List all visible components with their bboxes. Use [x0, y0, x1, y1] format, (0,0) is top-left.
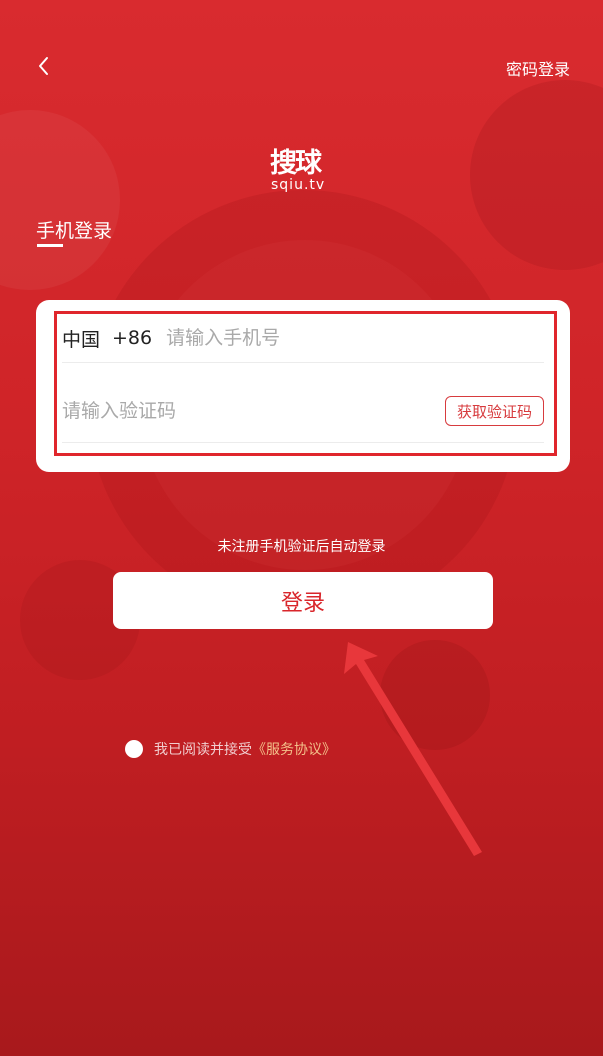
agreement-row: 我已阅读并接受 《服务协议》 [125, 738, 336, 760]
top-bar: 密码登录 [0, 0, 603, 120]
agreement-radio[interactable] [125, 740, 143, 758]
phone-row: 中国 +86 [62, 314, 544, 363]
pointer-arrow-annotation [344, 642, 482, 856]
app-logo: 搜球 sqiu.tv [266, 148, 338, 196]
verification-code-input[interactable] [62, 400, 362, 422]
login-button[interactable]: 登录 [113, 572, 493, 629]
chevron-left-icon [39, 57, 48, 75]
phone-input[interactable] [166, 327, 467, 349]
background-ball-decoration [0, 110, 120, 290]
background-ball-decoration [380, 640, 490, 750]
password-login-link[interactable]: 密码登录 [506, 56, 570, 80]
verification-code-row: 获取验证码 [62, 380, 544, 443]
auto-register-hint: 未注册手机验证后自动登录 [217, 539, 386, 555]
country-code[interactable]: +86 [112, 327, 152, 349]
logo-sub-text: sqiu.tv [271, 177, 326, 193]
tab-active-indicator [37, 244, 63, 247]
get-code-button[interactable]: 获取验证码 [444, 396, 544, 426]
agreement-text: 我已阅读并接受 [154, 742, 252, 758]
tab-phone-login[interactable]: 手机登录 [36, 216, 112, 243]
back-button[interactable] [30, 52, 58, 80]
country-selector[interactable]: 中国 [62, 325, 100, 352]
service-agreement-link[interactable]: 《服务协议》 [252, 739, 336, 759]
login-screen: 密码登录 搜球 sqiu.tv 手机登录 中国 +86 获取验证码 未注册手机验… [0, 0, 603, 1056]
